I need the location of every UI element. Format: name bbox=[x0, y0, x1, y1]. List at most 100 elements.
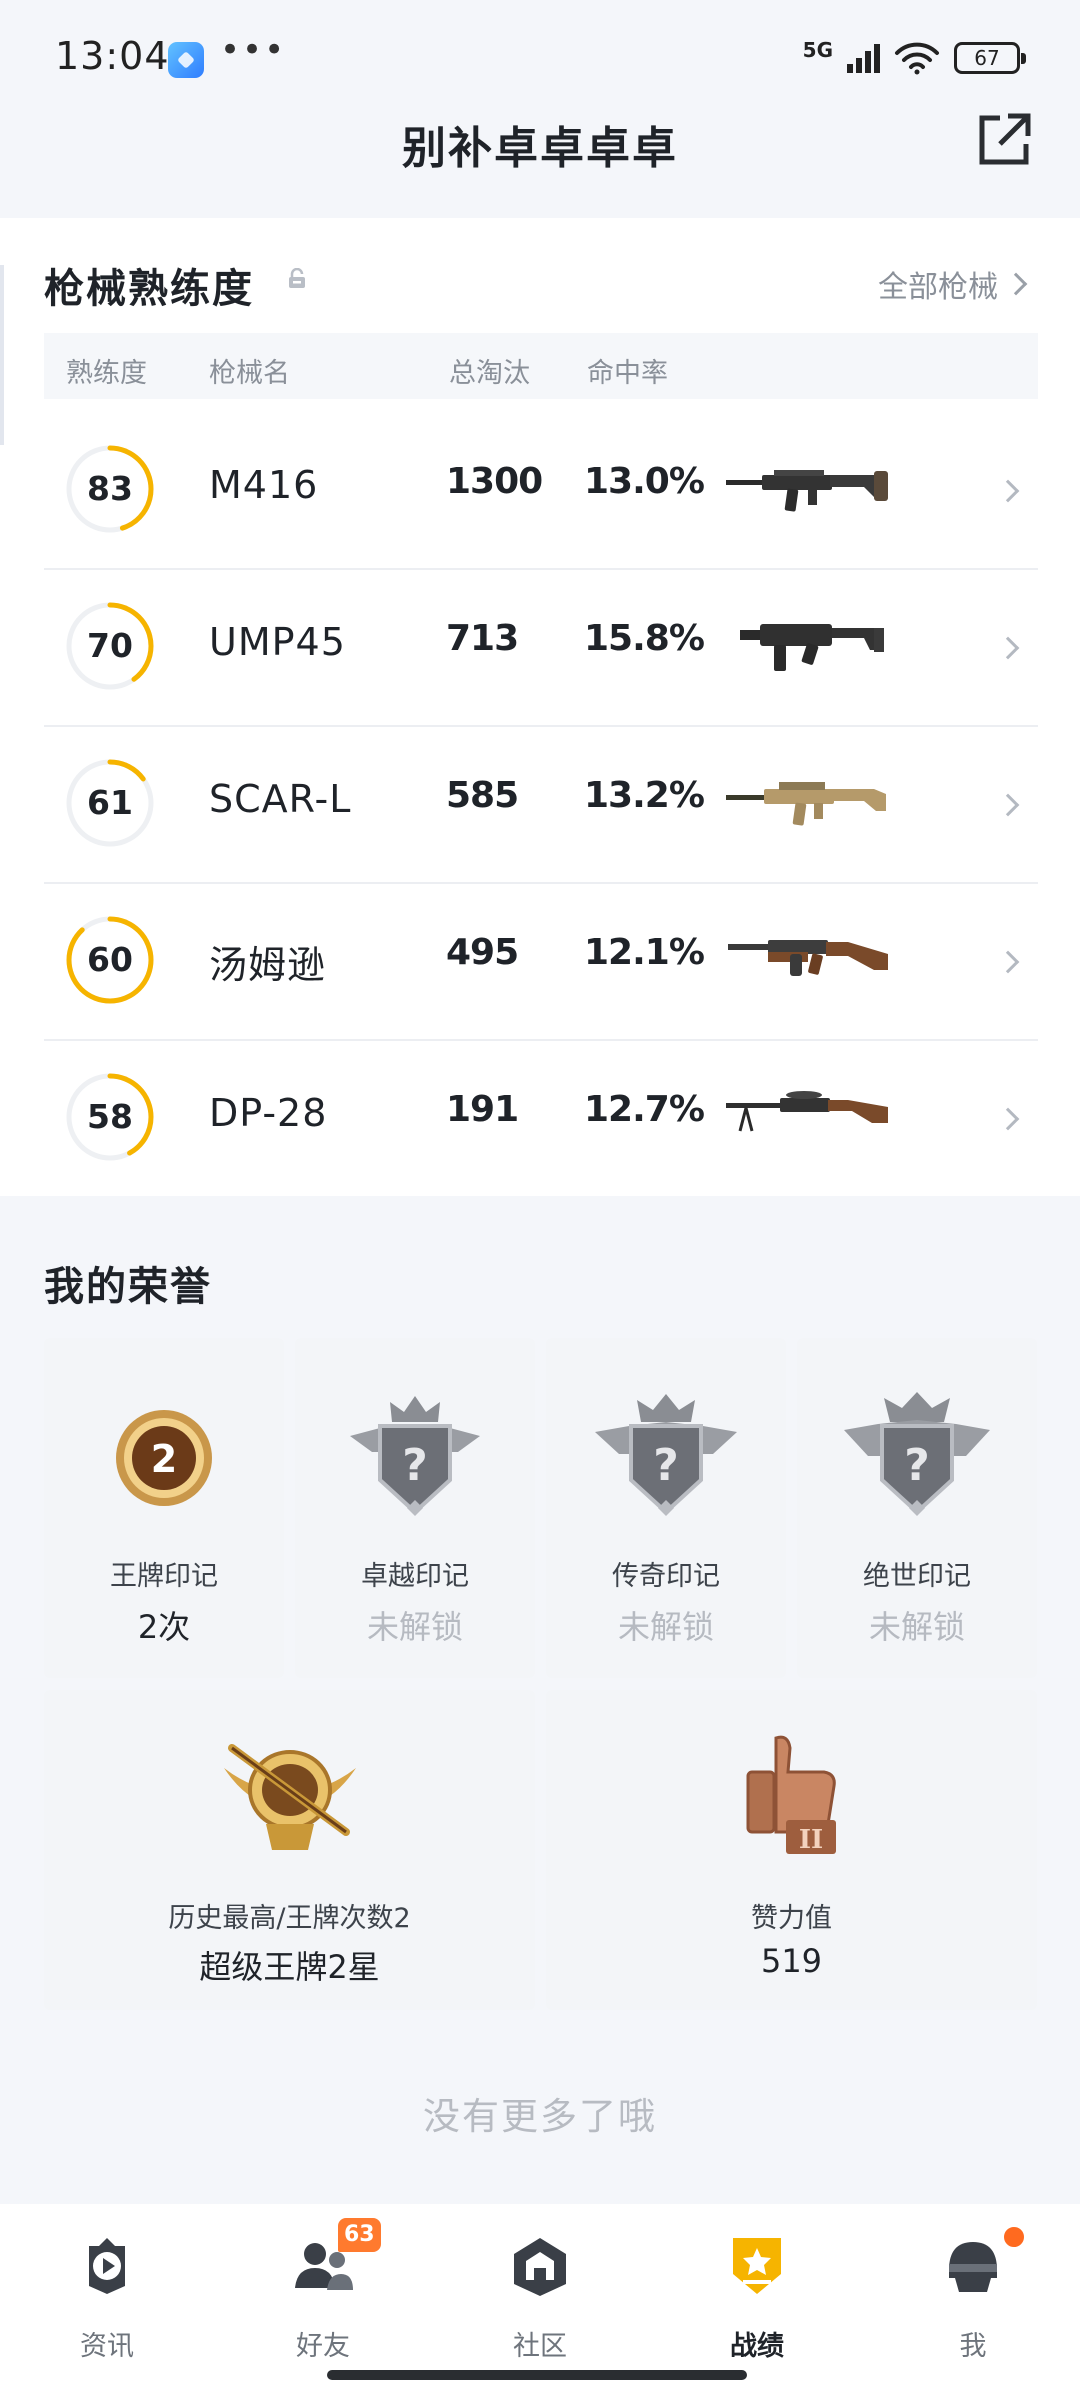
tommy-gun-icon bbox=[728, 940, 888, 976]
end-of-list-text: 没有更多了哦 bbox=[423, 2095, 657, 2138]
lock-icon bbox=[289, 268, 305, 288]
app-notification-icon bbox=[168, 42, 204, 78]
nav-community[interactable]: 社区 bbox=[465, 2226, 615, 2366]
news-icon bbox=[89, 2238, 125, 2294]
nav-label: 好友 bbox=[296, 2331, 350, 2362]
weapon-name: M416 bbox=[209, 463, 319, 507]
battery-icon: 67 bbox=[954, 42, 1026, 74]
locked-crest-icon: ? bbox=[595, 1394, 737, 1516]
weapon-row[interactable]: 60 汤姆逊 495 12.1% bbox=[44, 884, 1038, 1041]
friends-count-badge: 63 bbox=[338, 2218, 381, 2252]
column-accuracy: 命中率 bbox=[587, 358, 668, 389]
all-weapons-link[interactable]: 全部枪械 bbox=[878, 262, 1028, 306]
weapon-accuracy: 13.2% bbox=[584, 775, 705, 816]
chevron-right-icon bbox=[996, 950, 1020, 974]
weapon-name: SCAR-L bbox=[209, 777, 352, 821]
weapon-accuracy: 13.0% bbox=[584, 461, 705, 502]
weapon-kills: 1300 bbox=[446, 461, 543, 502]
wifi-icon bbox=[895, 42, 939, 75]
nav-news[interactable]: 资讯 bbox=[32, 2226, 182, 2366]
network-type: 5G bbox=[802, 38, 833, 62]
thumbs-up-trophy-icon: II bbox=[746, 1735, 836, 1855]
community-icon bbox=[514, 2238, 566, 2296]
weapon-kills: 495 bbox=[446, 932, 519, 973]
all-weapons-label: 全部枪械 bbox=[878, 270, 998, 305]
honor-value: 未解锁 bbox=[868, 1608, 965, 1646]
honor-label: 传奇印记 bbox=[612, 1561, 720, 1592]
notification-dot bbox=[1001, 2224, 1027, 2250]
weapon-row[interactable]: 83 M416 1300 13.0% bbox=[44, 413, 1038, 570]
lmg-icon bbox=[726, 1091, 888, 1132]
honor-value: 未解锁 bbox=[366, 1608, 463, 1646]
smg-icon bbox=[740, 624, 884, 671]
honor-tile-ace[interactable]: 2 王牌印记 2次 bbox=[44, 1338, 284, 1678]
nav-label: 资讯 bbox=[80, 2331, 134, 2362]
proficiency-level: 83 bbox=[87, 469, 133, 508]
honor-tile-legend[interactable]: ? 传奇印记 未解锁 bbox=[546, 1338, 786, 1678]
chevron-right-icon bbox=[996, 793, 1020, 817]
weapon-kills: 713 bbox=[446, 618, 519, 659]
honor-label: 绝世印记 bbox=[863, 1561, 971, 1592]
home-indicator[interactable] bbox=[327, 2370, 747, 2380]
weapon-accuracy: 12.7% bbox=[584, 1089, 705, 1130]
honor-label: 历史最高/王牌次数2 bbox=[168, 1903, 411, 1934]
ace-medal-icon: 2 bbox=[116, 1410, 212, 1506]
honor-label: 王牌印记 bbox=[110, 1561, 218, 1592]
nav-friends[interactable]: 63 好友 bbox=[248, 2218, 398, 2366]
proficiency-level: 61 bbox=[87, 783, 133, 822]
status-time: 13:04 bbox=[55, 34, 170, 78]
svg-text:?: ? bbox=[653, 1440, 679, 1491]
proficiency-level: 60 bbox=[87, 940, 133, 979]
proficiency-level: 70 bbox=[87, 626, 133, 665]
svg-text:?: ? bbox=[904, 1440, 930, 1491]
weapon-name: UMP45 bbox=[209, 620, 346, 664]
weapon-section-title: 枪械熟练度 bbox=[44, 266, 254, 312]
honor-value: 超级王牌2星 bbox=[199, 1948, 380, 1986]
proficiency-level: 58 bbox=[87, 1097, 133, 1136]
locked-crest-icon: ? bbox=[350, 1396, 480, 1516]
column-level: 熟练度 bbox=[66, 358, 147, 389]
nav-record[interactable]: 战绩 bbox=[682, 2226, 832, 2366]
column-kills: 总淘汰 bbox=[449, 358, 530, 389]
honor-label: 赞力值 bbox=[751, 1903, 832, 1934]
more-notifications-icon: ••• bbox=[220, 30, 287, 70]
weapon-kills: 585 bbox=[446, 775, 519, 816]
rank-emblem-icon bbox=[224, 1744, 356, 1850]
nav-profile[interactable]: 我 bbox=[898, 2224, 1048, 2366]
share-icon[interactable] bbox=[974, 110, 1034, 170]
svg-text:?: ? bbox=[402, 1440, 428, 1491]
weapon-row[interactable]: 70 UMP45 713 15.8% bbox=[44, 570, 1038, 727]
signal-icon bbox=[847, 43, 880, 73]
tan-rifle-icon bbox=[726, 782, 886, 826]
honor-label: 卓越印记 bbox=[361, 1561, 469, 1592]
nav-label: 社区 bbox=[513, 2331, 567, 2362]
page-title: 别补卓卓卓卓 bbox=[402, 123, 678, 174]
nav-label: 我 bbox=[959, 2331, 987, 2362]
honor-tile-likes[interactable]: II 赞力值 519 bbox=[546, 1690, 1037, 2010]
chevron-right-icon bbox=[996, 1107, 1020, 1131]
honor-tile-peerless[interactable]: ? 绝世印记 未解锁 bbox=[797, 1338, 1037, 1678]
profile-helmet-icon bbox=[949, 2242, 997, 2292]
status-bar: 13:04 ••• 5G 67 bbox=[0, 0, 1080, 110]
section-accent-bar bbox=[0, 265, 4, 445]
honors-section-title: 我的荣誉 bbox=[44, 1264, 212, 1310]
weapon-row[interactable]: 58 DP-28 191 12.7% bbox=[44, 1041, 1038, 1198]
weapon-accuracy: 15.8% bbox=[584, 618, 705, 659]
honor-tile-excellence[interactable]: ? 卓越印记 未解锁 bbox=[295, 1338, 535, 1678]
chevron-right-icon bbox=[996, 636, 1020, 660]
honor-value: 未解锁 bbox=[617, 1608, 714, 1646]
record-icon bbox=[733, 2238, 781, 2294]
weapon-table-header: 熟练度 枪械名 总淘汰 命中率 bbox=[44, 333, 1038, 399]
weapon-row[interactable]: 61 SCAR-L 585 13.2% bbox=[44, 727, 1038, 884]
honor-tile-highest-rank[interactable]: 历史最高/王牌次数2 超级王牌2星 bbox=[44, 1690, 535, 2010]
weapon-name: 汤姆逊 bbox=[209, 943, 327, 987]
weapon-name: DP-28 bbox=[209, 1091, 328, 1135]
weapon-accuracy: 12.1% bbox=[584, 932, 705, 973]
honor-value: 519 bbox=[760, 1942, 823, 1980]
column-name: 枪械名 bbox=[209, 358, 290, 389]
svg-text:2: 2 bbox=[151, 1437, 177, 1481]
chevron-right-icon bbox=[1004, 272, 1028, 296]
svg-text:II: II bbox=[799, 1825, 823, 1855]
chevron-right-icon bbox=[996, 479, 1020, 503]
assault-rifle-icon bbox=[726, 470, 888, 512]
